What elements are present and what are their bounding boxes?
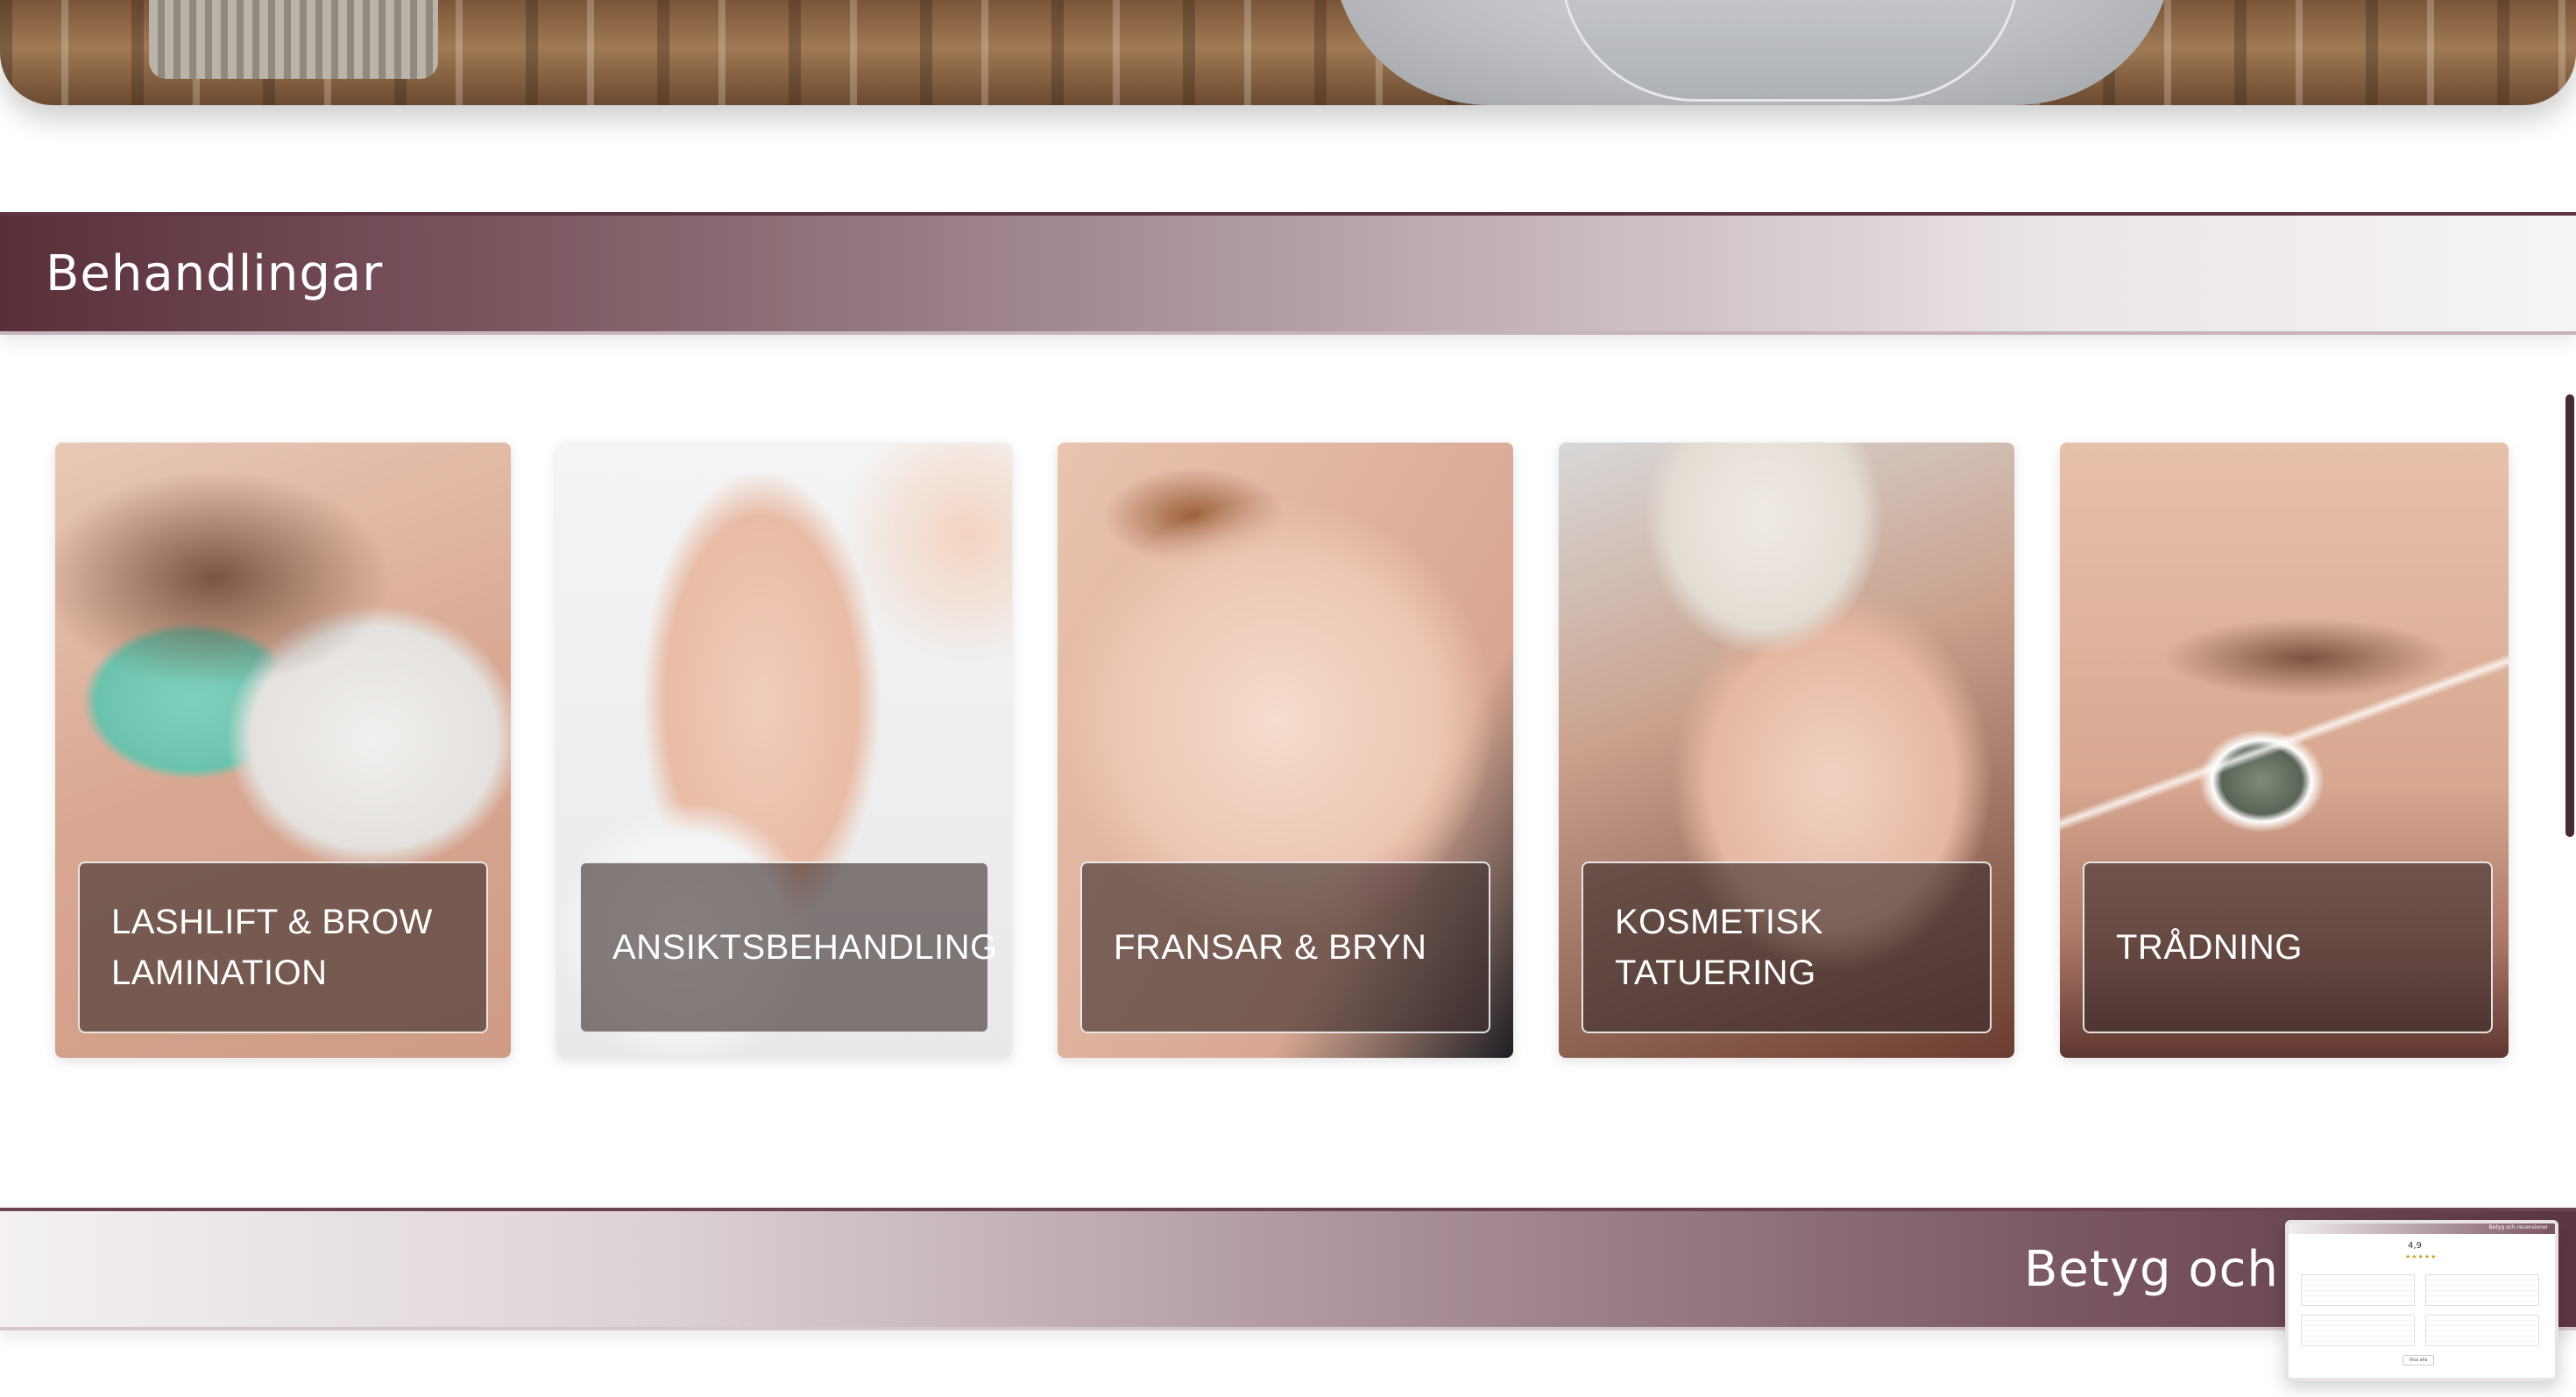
treatment-card-kosmetisk-tatuering[interactable]: KOSMETISK TATUERING: [1559, 443, 2014, 1058]
treatment-label: KOSMETISK TATUERING: [1615, 903, 1823, 992]
treatment-card-tradning[interactable]: TRÅDNING: [2060, 443, 2509, 1058]
reviews-widget-header: Betyg och recensioner: [2289, 1223, 2555, 1234]
treatment-label-box: ANSIKTSBEHANDLING: [579, 862, 997, 1033]
reviews-widget-header-text: Betyg och recensioner: [2488, 1224, 2548, 1230]
reviews-widget-button[interactable]: Visa alla: [2403, 1355, 2434, 1365]
treatment-card-lashlift[interactable]: LASHLIFT & BROW LAMINATION: [55, 443, 511, 1058]
treatments-cards: LASHLIFT & BROW LAMINATION ANSIKTSBEHAND…: [0, 443, 2576, 1058]
treatment-label-box: TRÅDNING: [2083, 862, 2493, 1033]
hero-image: [0, 0, 2576, 105]
treatment-label: ANSIKTSBEHANDLING: [612, 928, 998, 967]
reviews-widget-stars: ★★★★★: [2405, 1253, 2438, 1260]
treatment-card-ansiktsbehandling[interactable]: ANSIKTSBEHANDLING: [556, 443, 1012, 1058]
reviews-widget-score: 4,9: [2408, 1241, 2422, 1251]
treatments-section-title: Behandlingar: [46, 245, 384, 302]
treatment-label: TRÅDNING: [2116, 928, 2303, 967]
scrollbar-thumb[interactable]: [2565, 394, 2574, 837]
reviews-widget-review-card: [2301, 1315, 2415, 1346]
reviews-widget-thumbnail[interactable]: Betyg och recensioner 4,9 ★★★★★ Visa all…: [2285, 1220, 2558, 1381]
treatments-header-band: Behandlingar: [0, 212, 2576, 335]
treatment-label-box: FRANSAR & BRYN: [1080, 862, 1490, 1033]
hero-stool-detail: [149, 0, 438, 79]
reviews-widget-review-card: [2425, 1274, 2539, 1306]
treatment-label: FRANSAR & BRYN: [1114, 928, 1427, 967]
page-scrollbar[interactable]: [2562, 0, 2576, 1397]
treatment-label-box: KOSMETISK TATUERING: [1582, 862, 1992, 1033]
reviews-widget-review-card: [2301, 1274, 2415, 1306]
treatment-card-fransar-bryn[interactable]: FRANSAR & BRYN: [1058, 443, 1513, 1058]
treatment-label: LASHLIFT & BROW LAMINATION: [111, 903, 433, 992]
reviews-widget-review-card: [2425, 1315, 2539, 1346]
reviews-header-band: Betyg och r: [0, 1208, 2576, 1330]
treatment-label-box: LASHLIFT & BROW LAMINATION: [78, 862, 488, 1033]
reviews-section-title: Betyg och r: [2024, 1241, 2317, 1298]
